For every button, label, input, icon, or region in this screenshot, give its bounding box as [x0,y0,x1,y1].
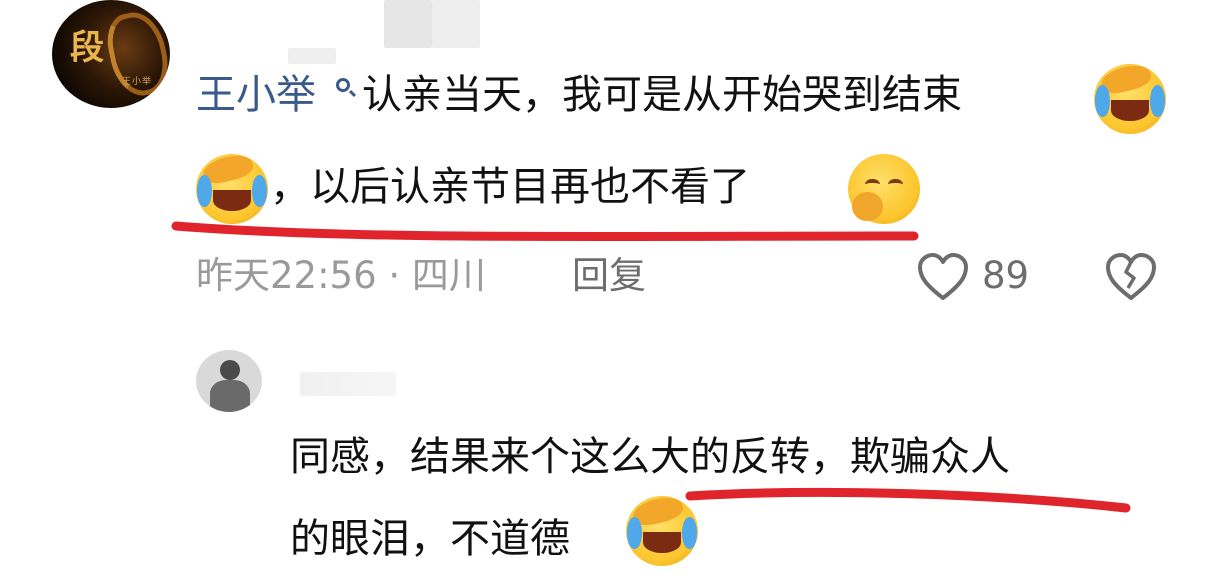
search-icon[interactable] [336,78,350,92]
reply-username-blurred [300,372,396,396]
comment-text-line1: 认亲当天，我可是从开始哭到结束 [362,72,962,118]
laugh-cry-emoji-icon [196,151,268,224]
reply-avatar[interactable] [196,350,262,412]
blurred-content [384,0,432,48]
reply-text-line2: 的眼泪，不道德 [290,516,570,562]
comment-text-line2: ，以后认亲节目再也不看了 [270,164,750,210]
blurred-content [432,0,480,48]
reply-button[interactable]: 回复 [572,248,646,304]
reply-text-line1: 同感，结果来个这么大的反转，欺骗众人 [290,434,1010,480]
comment-time-location: 昨天22:56 · 四川 [196,254,486,297]
avatar-glyph: 段 [70,28,104,68]
giggle-emoji-icon [848,154,920,224]
heart-outline-icon[interactable] [916,252,970,302]
broken-heart-outline-icon[interactable] [1104,252,1158,302]
comment-username[interactable]: 王小举 [196,62,316,128]
laugh-cry-emoji-icon [1094,61,1166,134]
avatar-subtext: 王小举 [122,77,153,87]
like-count: 89 [982,254,1030,297]
laugh-cry-emoji-icon [626,493,698,566]
avatar[interactable]: 段 王小举 [52,0,170,108]
